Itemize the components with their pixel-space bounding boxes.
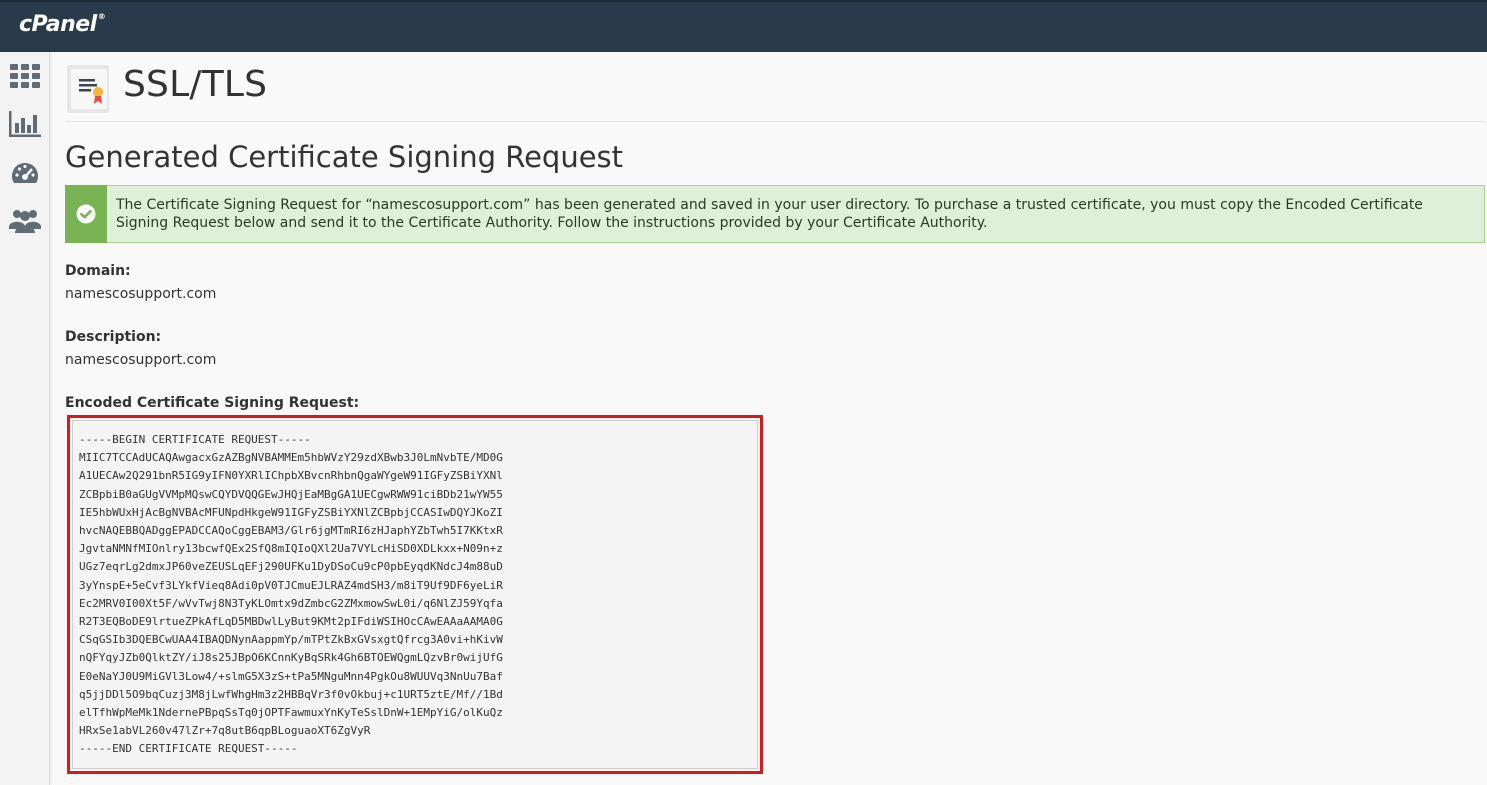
grid-icon — [10, 64, 40, 88]
description-value: namescosupport.com — [65, 352, 217, 368]
alert-status-strip — [65, 185, 107, 243]
csr-textarea[interactable]: -----BEGIN CERTIFICATE REQUEST----- MIIC… — [72, 420, 758, 769]
section-title: Generated Certificate Signing Request — [65, 140, 624, 174]
bar-chart-icon — [9, 111, 41, 137]
certificate-icon — [67, 65, 109, 113]
sidebar — [0, 52, 50, 785]
alert-message: The Certificate Signing Request for “nam… — [116, 197, 1423, 231]
sidebar-item-home[interactable] — [9, 60, 41, 92]
sidebar-item-dashboard[interactable] — [9, 158, 41, 190]
sidebar-item-statistics[interactable] — [9, 108, 41, 140]
domain-value: namescosupport.com — [65, 286, 217, 302]
logo-mark: ® — [97, 12, 106, 21]
users-icon — [9, 210, 41, 233]
domain-label: Domain: — [65, 263, 131, 279]
csr-label: Encoded Certificate Signing Request: — [65, 395, 360, 411]
csr-text: -----BEGIN CERTIFICATE REQUEST----- MIIC… — [79, 433, 503, 756]
cpanel-logo[interactable]: cPanel® — [19, 12, 106, 37]
top-bar: cPanel® — [0, 0, 1487, 52]
logo-text: cPanel — [19, 12, 97, 37]
page-header: SSL/TLS — [65, 60, 1485, 122]
sidebar-item-users[interactable] — [9, 204, 41, 236]
check-circle-icon — [76, 204, 96, 224]
page-title: SSL/TLS — [123, 64, 268, 105]
speedometer-icon — [11, 162, 39, 183]
csr-highlight-box: -----BEGIN CERTIFICATE REQUEST----- MIIC… — [67, 415, 763, 774]
success-alert: The Certificate Signing Request for “nam… — [65, 185, 1485, 243]
description-label: Description: — [65, 329, 162, 345]
